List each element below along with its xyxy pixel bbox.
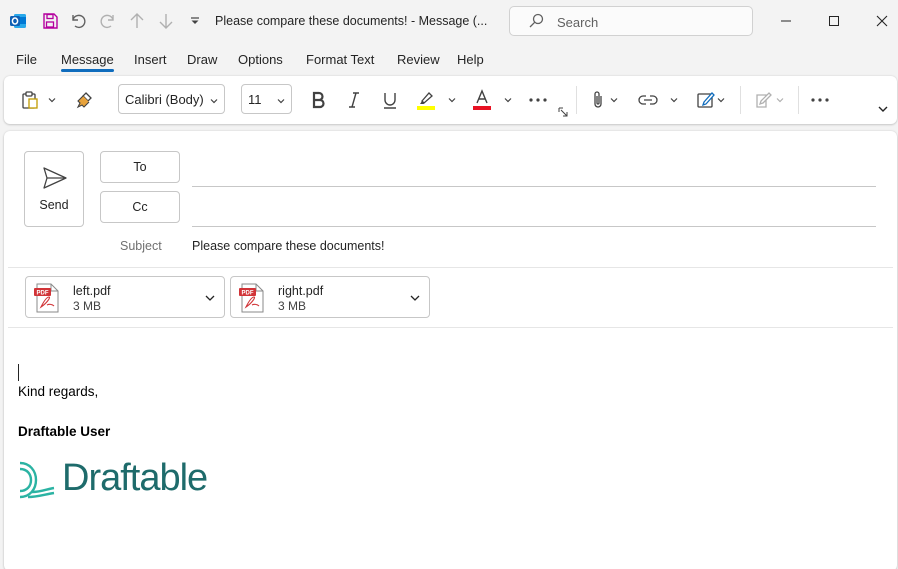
draftable-logo-text: Draftable: [62, 457, 208, 499]
customize-toolbar-icon[interactable]: [184, 10, 206, 32]
attachment-left-pdf[interactable]: PDF left.pdf 3 MB: [25, 276, 225, 318]
highlight-dropdown-icon[interactable]: [446, 92, 458, 108]
tab-options[interactable]: Options: [238, 52, 283, 67]
highlight-icon[interactable]: [414, 87, 438, 113]
window-title: Please compare these documents! - Messag…: [215, 14, 488, 28]
body-closing[interactable]: Kind regards,: [18, 384, 98, 399]
header-divider: [8, 267, 893, 268]
dialog-launcher-icon[interactable]: [557, 106, 569, 118]
more-formatting-icon[interactable]: [526, 88, 550, 112]
chevron-down-icon[interactable]: [409, 292, 421, 307]
underline-icon[interactable]: [378, 88, 402, 112]
svg-text:PDF: PDF: [37, 291, 49, 297]
close-button[interactable]: [871, 10, 893, 32]
search-icon: [528, 13, 544, 32]
pdf-file-icon: PDF: [33, 283, 61, 316]
cc-field[interactable]: [192, 226, 876, 227]
text-cursor: [18, 364, 19, 381]
attach-dropdown-icon[interactable]: [608, 92, 620, 108]
attachment-size: 3 MB: [73, 299, 102, 313]
tab-format-text[interactable]: Format Text: [306, 52, 374, 67]
chevron-down-icon: [276, 94, 286, 109]
tab-message[interactable]: Message: [61, 52, 114, 67]
tab-help[interactable]: Help: [457, 52, 484, 67]
svg-text:PDF: PDF: [242, 291, 254, 297]
link-dropdown-icon[interactable]: [668, 92, 680, 108]
attachment-name: left.pdf: [73, 284, 111, 298]
ribbon: Calibri (Body) 11: [4, 76, 897, 124]
redo-icon[interactable]: [97, 10, 119, 32]
outlook-icon: [7, 10, 29, 32]
attachment-size: 3 MB: [278, 299, 307, 313]
ribbon-expand-icon[interactable]: [876, 102, 890, 116]
tab-review[interactable]: Review: [397, 52, 440, 67]
arrow-up-icon[interactable]: [126, 10, 148, 32]
attachment-right-pdf[interactable]: PDF right.pdf 3 MB: [230, 276, 430, 318]
paste-icon[interactable]: [18, 88, 42, 112]
font-color-icon[interactable]: [470, 87, 494, 113]
subject-label: Subject: [120, 239, 162, 253]
subject-field[interactable]: Please compare these documents!: [192, 239, 384, 253]
signature-dropdown-icon[interactable]: [715, 92, 727, 108]
ribbon-separator: [576, 86, 577, 114]
pdf-file-icon: PDF: [238, 283, 266, 316]
undo-icon[interactable]: [67, 10, 89, 32]
italic-icon[interactable]: [342, 88, 366, 112]
draftable-logo-mark: [19, 461, 55, 499]
font-name-select[interactable]: Calibri (Body): [118, 84, 225, 114]
sensitivity-dropdown-icon[interactable]: [774, 92, 786, 108]
to-button[interactable]: To: [100, 151, 180, 183]
cc-button[interactable]: Cc: [100, 191, 180, 223]
tab-insert[interactable]: Insert: [134, 52, 167, 67]
active-tab-indicator: [61, 69, 114, 72]
save-icon[interactable]: [39, 10, 61, 32]
format-painter-icon[interactable]: [72, 88, 96, 112]
sensitivity-icon[interactable]: [752, 88, 776, 112]
font-size-select[interactable]: 11: [241, 84, 292, 114]
bold-icon[interactable]: [306, 88, 330, 112]
maximize-button[interactable]: [823, 10, 845, 32]
search-input[interactable]: Search: [509, 6, 753, 36]
ribbon-separator: [740, 86, 741, 114]
attachment-name: right.pdf: [278, 284, 324, 298]
tab-draw[interactable]: Draw: [187, 52, 217, 67]
draftable-logo: Draftable: [18, 457, 208, 501]
ribbon-separator: [798, 86, 799, 114]
title-bar: Please compare these documents! - Messag…: [0, 0, 898, 44]
attachments-divider: [8, 327, 893, 328]
font-color-dropdown-icon[interactable]: [502, 92, 514, 108]
search-placeholder: Search: [557, 15, 599, 30]
more-options-icon[interactable]: [808, 88, 832, 112]
font-name-value: Calibri (Body): [125, 92, 204, 107]
chevron-down-icon[interactable]: [204, 292, 216, 307]
paperclip-icon[interactable]: [586, 88, 610, 112]
send-button[interactable]: Send: [24, 151, 84, 227]
send-label: Send: [39, 198, 69, 212]
arrow-down-icon[interactable]: [155, 10, 177, 32]
tab-file[interactable]: File: [16, 52, 37, 67]
minimize-button[interactable]: [775, 10, 797, 32]
send-icon: [42, 166, 68, 193]
chevron-down-icon: [209, 94, 219, 109]
to-field[interactable]: [192, 186, 876, 187]
compose-area: Send To Cc Subject Please compare these …: [4, 131, 897, 569]
menu-bar: File Message Insert Draw Options Format …: [0, 44, 898, 74]
link-icon[interactable]: [636, 88, 660, 112]
paste-dropdown-icon[interactable]: [46, 92, 58, 108]
body-signature-name[interactable]: Draftable User: [18, 424, 110, 439]
font-size-value: 11: [248, 92, 262, 107]
